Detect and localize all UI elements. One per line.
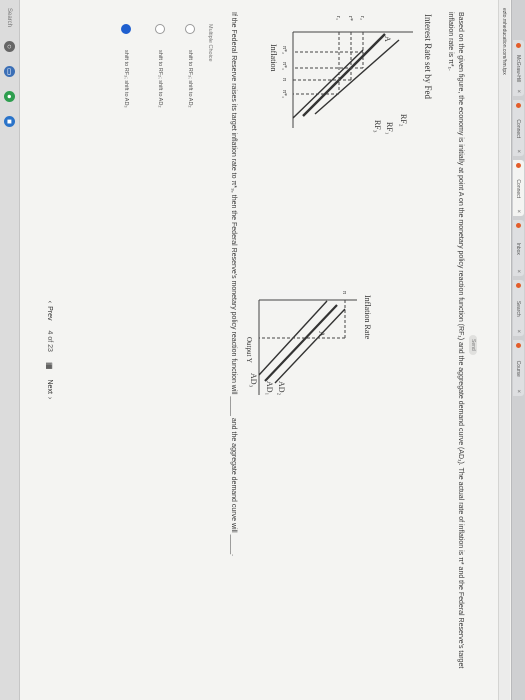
taskbar-search[interactable]: Search [7,8,13,27]
x-tick: π*₂ [281,46,287,54]
y-tick-rstar: r* [347,16,353,21]
graph-left-title: Interest Rate set by Fed [423,14,433,99]
file-explorer-icon[interactable]: ▭ [4,66,15,78]
rotated-screen: McGraw-Hill × Connect × Connect × Inbox × Se… [0,0,525,700]
browser-tab[interactable]: McGraw-Hill × [513,40,524,96]
favicon-icon [516,343,521,348]
graph-right-title: Inflation Rate [363,295,372,340]
close-icon[interactable]: × [516,209,522,213]
page-indicator: 4 of 23 [46,330,54,352]
favicon-icon [516,223,521,228]
radio-button-selected[interactable] [121,24,131,34]
question-navigation: ‹ Prev 4 of 23 ▦ Next › [43,0,57,700]
browser-tab[interactable]: Course × [513,340,524,396]
curve-label-rf1: RF₁ [385,122,394,135]
y-tick-r2: r₂ [359,16,365,20]
x-tick: π [281,78,287,81]
x-tick: π*₃ [281,90,287,98]
favicon-icon [516,43,521,48]
favicon-icon [516,103,521,108]
radio-button[interactable] [155,24,165,34]
y-tick-r1: r₁ [335,16,341,20]
ad1-line [264,304,338,382]
curve-label-ad2: AD₂ [277,381,286,396]
multiple-choice-label: Multiple Choice [207,24,213,62]
choice-text: shift to RF₃; shift to AD₃ [123,50,129,108]
chevron-left-icon: ‹ [46,300,54,304]
close-icon[interactable]: × [516,329,522,333]
browser-tab[interactable]: Connect × [513,100,524,156]
radio-button[interactable] [185,24,195,34]
point-label-a: A [383,36,392,42]
y-tick-pi: π [341,291,347,294]
next-button[interactable]: Next › [47,380,54,400]
curve-label-rf3: RF₃ [373,120,382,133]
choice-text: shift to RF₃; shift to AD₂ [187,50,193,108]
browser-tab-active[interactable]: Connect × [513,160,524,216]
curve-label-rf2: RF₂ [399,114,408,127]
chevron-right-icon: › [46,396,54,400]
x-axis-label: Inflation [269,44,278,72]
rf1-line [302,33,386,117]
inflation-output-graph: Inflation Rate π A AD₂ AD₁ AD₃ Output Y [245,291,372,396]
favicon-icon [516,283,521,288]
x-tick: π*₁ [281,62,287,70]
choice-option[interactable]: shift to RF₃; shift to AD₂ [185,24,195,108]
address-bar[interactable]: ezto.mheducation.com/hm.tpx [498,0,510,700]
browser-tab-strip: McGraw-Hill × Connect × Connect × Inbox × Se… [511,0,525,700]
curve-label-ad1: AD₁ [265,381,274,396]
point-label-a: A [317,331,326,337]
browser-tab[interactable]: Inbox × [513,220,524,276]
close-icon[interactable]: × [516,389,522,393]
question-intro: Based on the given figure, the economy i… [447,12,464,669]
question-prompt: If the Federal Reserve raises its target… [230,12,237,557]
choice-text: shift to RF₂; shift to AD₂ [157,50,163,108]
close-icon[interactable]: × [516,269,522,273]
curve-label-ad3: AD₃ [249,373,258,388]
choice-option[interactable]: shift to RF₂; shift to AD₂ [155,24,165,107]
x-axis-label: Output Y [245,337,253,363]
app-icon[interactable]: ■ [4,116,15,128]
send-badge[interactable]: Send [469,335,477,355]
browser-tab[interactable]: Search × [513,280,524,336]
close-icon[interactable]: × [516,149,522,153]
browser-icon[interactable]: ● [4,91,15,103]
url-text: ezto.mheducation.com/hm.tpx [501,8,508,75]
close-icon[interactable]: × [516,89,522,93]
rf3-line [292,49,364,119]
favicon-icon [516,163,521,168]
choice-option-selected[interactable]: shift to RF₃; shift to AD₃ [121,24,131,108]
task-view-icon[interactable]: ○ [4,41,15,53]
interest-rate-graph: Interest Rate set by Fed RF₂ RF₁ RF₃ A r… [269,14,433,135]
os-taskbar: Search ○ ▭ ● ■ [0,0,20,700]
grid-icon[interactable]: ▦ [46,362,55,370]
prev-button[interactable]: ‹ Prev [47,301,54,321]
rf2-line [314,39,400,115]
